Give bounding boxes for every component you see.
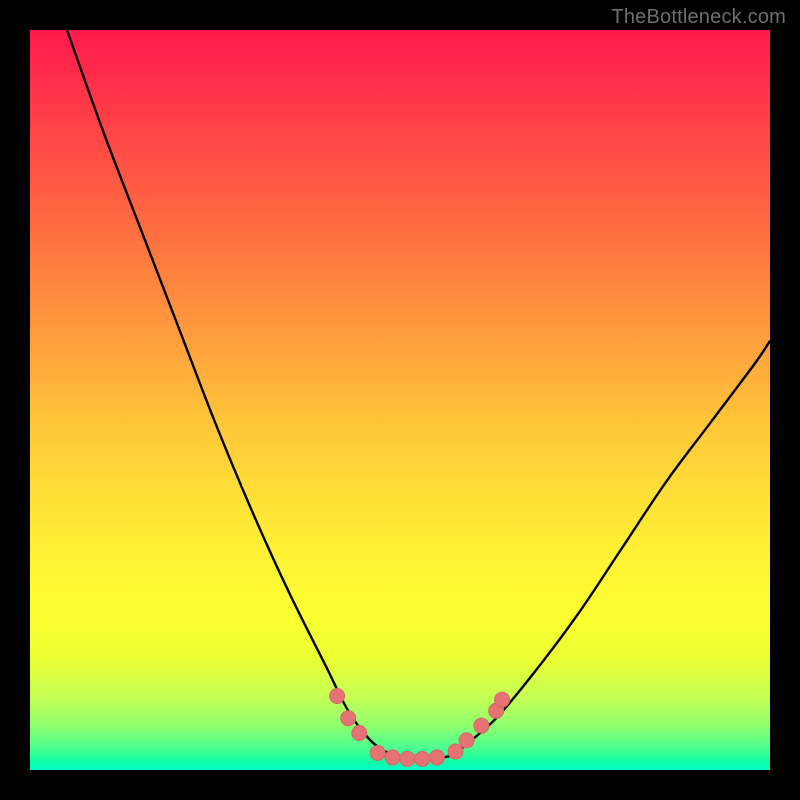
trough-marker [341,711,356,726]
trough-marker [370,745,385,760]
plot-area [30,30,770,770]
chart-frame: TheBottleneck.com [0,0,800,800]
trough-marker [430,750,445,765]
trough-marker [352,726,367,741]
watermark-label: TheBottleneck.com [611,6,786,29]
curve-layer [30,30,770,770]
trough-marker [495,692,510,707]
trough-marker [448,744,463,759]
trough-marker [385,750,400,765]
bottleneck-curve [67,30,770,759]
trough-marker [459,733,474,748]
trough-marker [400,751,415,766]
trough-marker [415,751,430,766]
trough-markers [330,689,510,767]
trough-marker [474,718,489,733]
trough-marker [330,689,345,704]
